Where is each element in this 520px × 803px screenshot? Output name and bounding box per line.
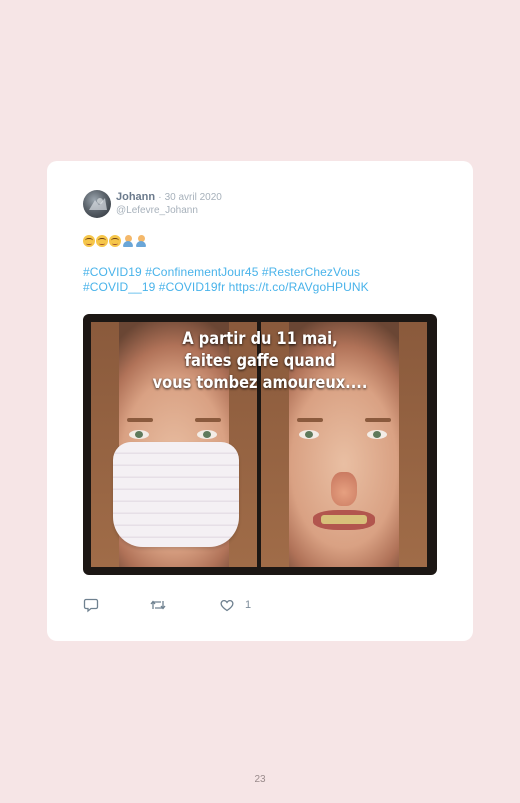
caption-line-1: A partir du 11 mai,	[182, 329, 338, 349]
emoji-row	[83, 235, 147, 249]
author-handle[interactable]: @Lefevre_Johann	[116, 205, 198, 216]
smiling-face-icon	[109, 235, 121, 247]
image-caption: A partir du 11 mai, faites gaffe quand v…	[108, 328, 412, 394]
reply-icon	[83, 598, 99, 613]
smiling-face-icon	[96, 235, 108, 247]
tweet-card: Johann · 30 avril 2020 @Lefevre_Johann #…	[47, 161, 473, 641]
hashtags-line-2[interactable]: #COVID__19 #COVID19fr https://t.co/RAVgo…	[83, 280, 443, 295]
tweet-text: #COVID19 #ConfinementJour45 #ResterChezV…	[83, 265, 443, 295]
reply-button[interactable]	[83, 597, 99, 613]
caption-line-3: vous tombez amoureux....	[152, 373, 368, 393]
retweet-icon	[150, 600, 166, 610]
person-shrugging-icon	[135, 235, 147, 247]
person-shrugging-icon	[122, 235, 134, 247]
avatar[interactable]	[83, 190, 111, 218]
author-name[interactable]: Johann	[116, 191, 155, 203]
page-number: 23	[254, 774, 266, 785]
author-line: Johann · 30 avril 2020	[116, 191, 222, 203]
tweet-date[interactable]: 30 avril 2020	[165, 192, 222, 203]
separator: ·	[158, 192, 162, 203]
caption-line-2: faites gaffe quand	[184, 351, 336, 371]
like-button[interactable]: 1	[219, 597, 251, 613]
face-mask	[113, 442, 239, 547]
smiling-face-icon	[83, 235, 95, 247]
retweet-button[interactable]	[149, 597, 167, 613]
tweet-image[interactable]: A partir du 11 mai, faites gaffe quand v…	[83, 314, 437, 575]
like-count: 1	[245, 599, 252, 611]
heart-icon	[220, 599, 234, 612]
hashtags-line-1[interactable]: #COVID19 #ConfinementJour45 #ResterChezV…	[83, 265, 443, 280]
